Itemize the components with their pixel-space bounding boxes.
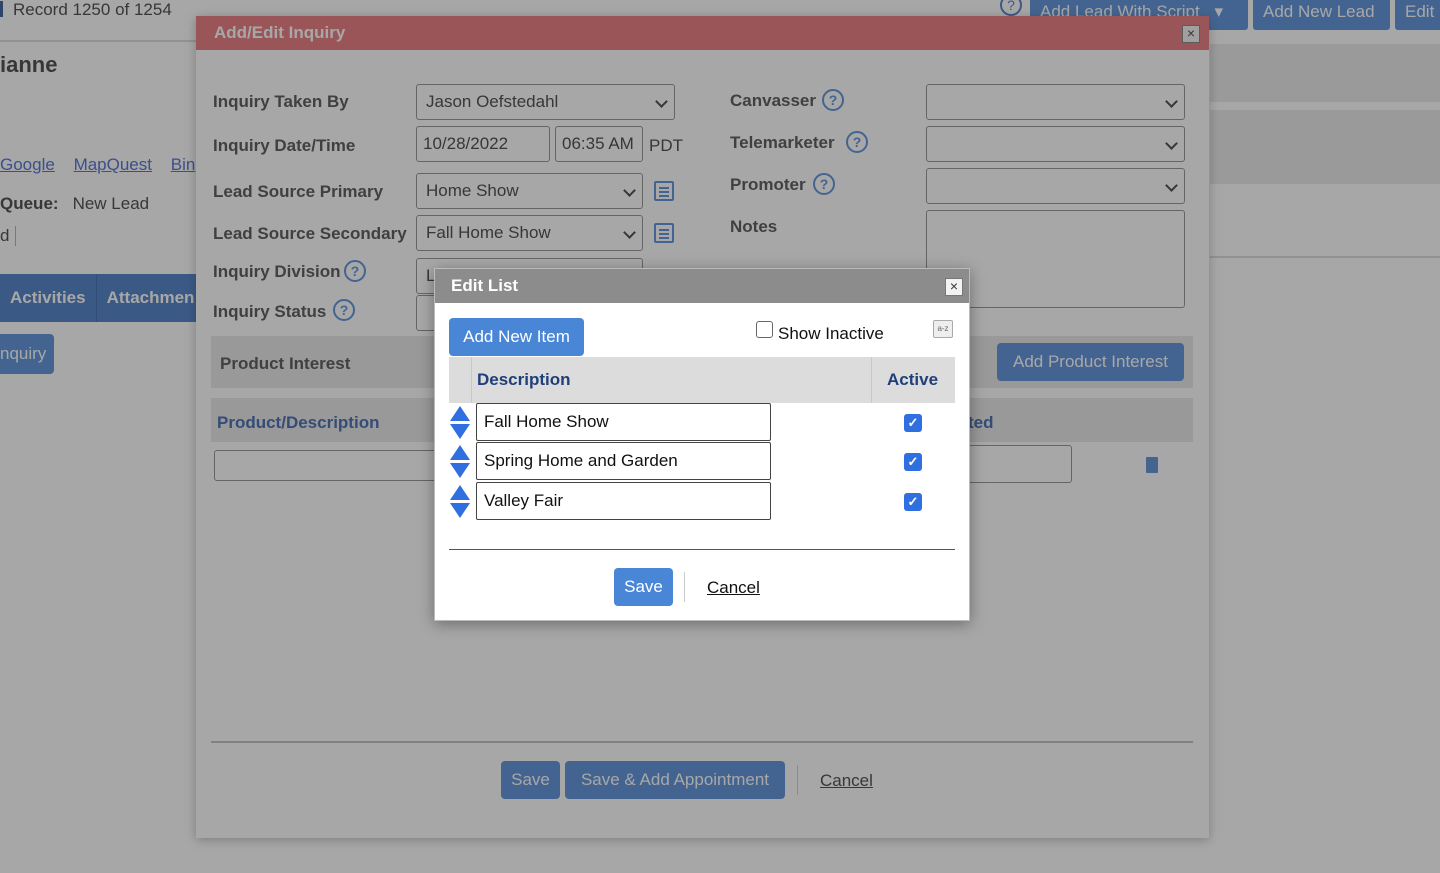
move-up-icon[interactable] <box>450 485 470 500</box>
move-up-icon[interactable] <box>450 406 470 421</box>
add-new-item-button[interactable]: Add New Item <box>449 318 584 356</box>
move-up-icon[interactable] <box>450 445 470 460</box>
list-item-description-input[interactable]: Valley Fair <box>476 482 771 520</box>
active-checkbox[interactable]: ✓ <box>904 414 922 432</box>
move-down-icon[interactable] <box>450 463 470 478</box>
active-checkbox[interactable]: ✓ <box>904 493 922 511</box>
close-icon[interactable]: × <box>945 278 963 296</box>
active-column-header: Active <box>887 370 939 389</box>
show-inactive-checkbox[interactable] <box>756 321 773 338</box>
active-checkbox[interactable]: ✓ <box>904 453 922 471</box>
edit-list-modal: Edit List × Add New Item Show Inactive a… <box>434 268 970 621</box>
cancel-link[interactable]: Cancel <box>707 578 760 598</box>
list-item-description-input[interactable]: Spring Home and Garden <box>476 442 771 480</box>
header-divider <box>871 357 872 403</box>
modal-footer-divider <box>449 549 955 550</box>
reorder-arrows-icon[interactable] <box>450 445 470 479</box>
save-button[interactable]: Save <box>614 568 673 606</box>
list-item-description-input[interactable]: Fall Home Show <box>476 403 771 441</box>
modal-title: Edit List <box>435 269 969 303</box>
reorder-arrows-icon[interactable] <box>450 485 470 519</box>
sort-alpha-icon[interactable]: a-z <box>933 320 953 338</box>
reorder-arrows-icon[interactable] <box>450 406 470 440</box>
header-divider <box>471 357 472 403</box>
move-down-icon[interactable] <box>450 424 470 439</box>
show-inactive-label: Show Inactive <box>778 324 884 343</box>
list-table-header: Description Active <box>449 357 955 403</box>
footer-separator <box>684 572 685 602</box>
description-column-header: Description <box>477 370 571 389</box>
move-down-icon[interactable] <box>450 503 470 518</box>
